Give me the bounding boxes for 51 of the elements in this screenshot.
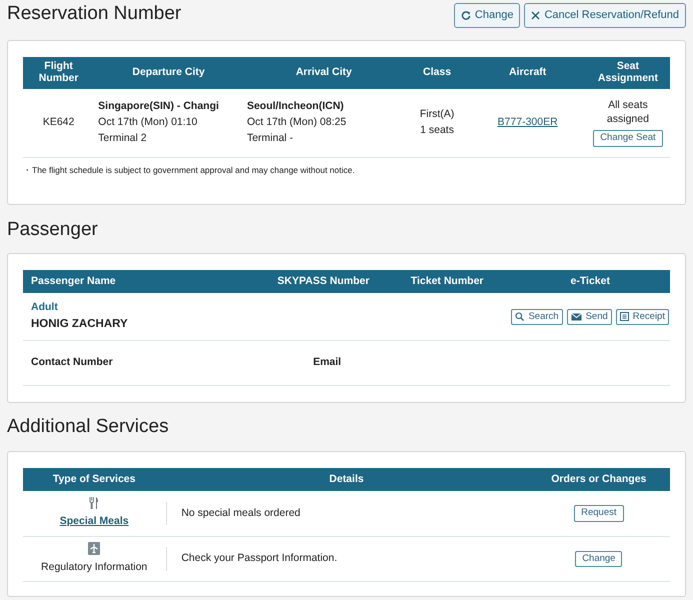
column-header: Orders or Changes (528, 468, 670, 492)
column-header: Seat Assignment (586, 57, 670, 89)
plane-icon (88, 542, 100, 555)
column-header: e-Ticket (510, 270, 670, 294)
change-button[interactable]: Change (454, 3, 520, 28)
column-header: Class (404, 57, 470, 89)
service-details: Check your Passport Information. (181, 552, 338, 564)
section-heading: Additional Services (7, 416, 169, 440)
request-button[interactable]: Request (574, 505, 624, 522)
refresh-icon (460, 10, 471, 20)
city-name: Seoul/Incheon(ICN) (246, 99, 345, 114)
seat-status: All seats assigned (606, 99, 650, 126)
field-label: Contact Number (31, 356, 113, 368)
column-header: Aircraft (469, 57, 586, 89)
column-header: SKYPASS Number (263, 270, 384, 294)
section-heading: Reservation Number (7, 3, 182, 26)
column-header: Type of Services (23, 468, 166, 492)
class-text: First(A) (418, 107, 456, 122)
service-link[interactable]: Special Meals (60, 515, 129, 528)
column-header: Flight Number (23, 57, 94, 89)
column-header: Departure City (94, 57, 243, 89)
footnote: ・The flight schedule is subject to government approval and may change without notice. (23, 164, 356, 177)
column-header: Details (165, 468, 528, 492)
field-label: Email (313, 356, 342, 368)
section-heading: Passenger (7, 218, 98, 242)
fork-knife-icon (89, 496, 100, 509)
search-icon (515, 312, 524, 322)
seat-count: 1 seats (419, 122, 455, 138)
close-icon (531, 10, 540, 20)
date-time: Oct 17th (Mon) 01:10 (98, 114, 198, 130)
cancel-button[interactable]: Cancel Reservation/Refund (524, 3, 686, 28)
flight-number: KE642 (42, 114, 76, 130)
receipt-button[interactable]: Receipt (616, 308, 669, 326)
mail-icon (570, 312, 582, 321)
column-header: Ticket Number (384, 270, 510, 294)
column-header: Arrival City (242, 57, 405, 89)
terminal-text: Terminal 2 (98, 130, 148, 146)
terminal-text: Terminal - (246, 130, 294, 146)
passenger-name: HONIG ZACHARY (31, 317, 129, 332)
aircraft-link[interactable]: B777-300ER (498, 116, 558, 128)
search-button[interactable]: Search (511, 308, 563, 326)
date-time: Oct 17th (Mon) 08:25 (246, 114, 348, 130)
service-name: Regulatory Information (40, 560, 148, 576)
change-seat-button[interactable]: Change Seat (593, 130, 663, 147)
change-button[interactable]: Change (575, 550, 622, 568)
service-details: No special meals ordered (181, 506, 300, 518)
mail-button[interactable]: Send (566, 308, 612, 326)
passenger-type: Adult (31, 300, 59, 316)
column-header: Passenger Name (23, 270, 264, 294)
receipt-icon (620, 312, 629, 322)
city-name: Singapore(SIN) - Changi (98, 99, 220, 114)
